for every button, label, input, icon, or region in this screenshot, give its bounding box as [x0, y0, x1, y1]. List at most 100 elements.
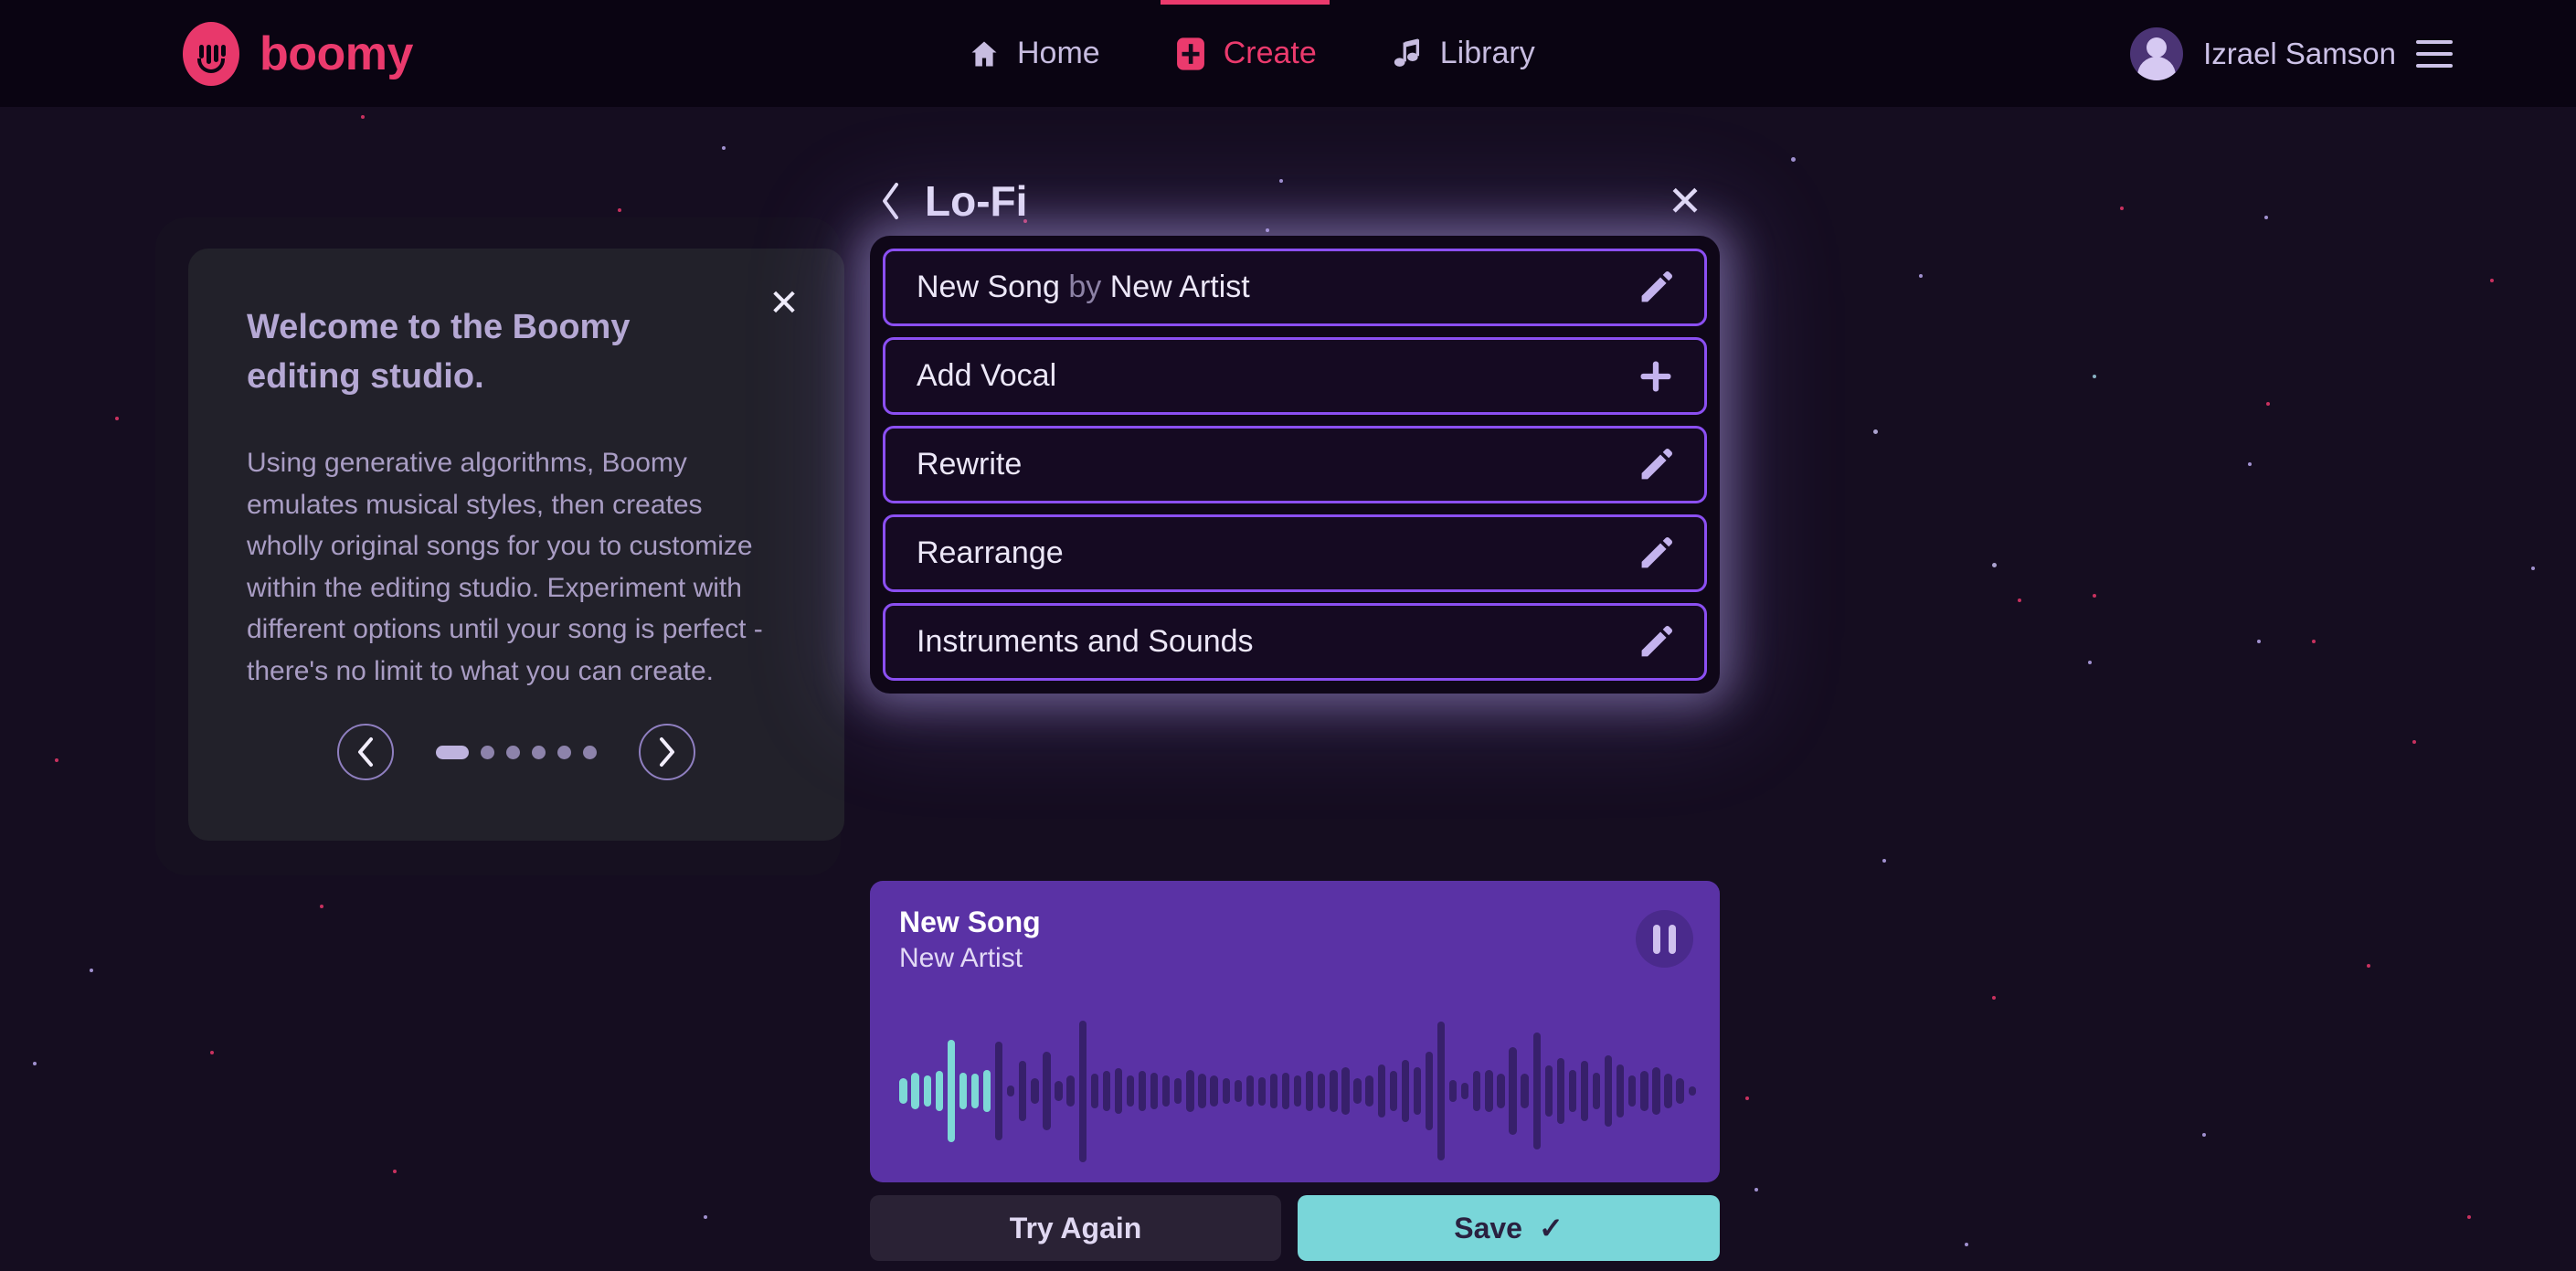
plus-icon[interactable] — [1635, 355, 1677, 397]
waveform-bar — [1473, 1071, 1481, 1111]
modal-close-icon[interactable]: ✕ — [1659, 175, 1711, 227]
welcome-carousel — [247, 724, 786, 780]
waveform-bar — [1448, 1079, 1458, 1103]
boomy-logo[interactable]: boomy — [183, 21, 413, 86]
edit-options-panel: New Song by New Artist Add Vocal Rewrite Re… — [870, 236, 1720, 694]
waveform-bar — [935, 1070, 943, 1112]
star-dot — [2312, 640, 2316, 643]
hamburger-icon[interactable] — [2416, 39, 2453, 68]
waveform-bar — [1592, 1072, 1601, 1110]
option-row-label: Rearrange — [917, 535, 1064, 570]
waveform-bar — [982, 1069, 991, 1113]
carousel-dot[interactable] — [532, 745, 546, 759]
waveform-bar — [1150, 1072, 1159, 1110]
waveform-bar — [1055, 1081, 1063, 1101]
waveform-bar — [911, 1072, 919, 1110]
carousel-dot[interactable] — [481, 745, 494, 759]
star-dot — [2531, 567, 2535, 570]
waveform-bar — [1353, 1078, 1362, 1104]
music-note-icon — [1390, 37, 1425, 71]
waveform-bar — [1556, 1058, 1564, 1124]
star-dot — [2266, 402, 2270, 406]
carousel-page-dots[interactable] — [436, 745, 597, 759]
star-dot — [2018, 598, 2021, 602]
star-dot — [1754, 1188, 1758, 1192]
close-icon[interactable]: ✕ — [762, 281, 806, 325]
pause-icon[interactable] — [1636, 910, 1693, 968]
star-dot — [1791, 157, 1796, 162]
star-dot — [1919, 274, 1923, 278]
nav-item-home[interactable]: Home — [930, 0, 1137, 107]
waveform-bar — [1365, 1075, 1373, 1107]
waveform-bar — [1413, 1066, 1422, 1116]
nav-item-library[interactable]: Library — [1353, 0, 1572, 107]
option-row[interactable]: Rearrange — [883, 514, 1707, 592]
user-name-label: Izrael Samson — [2203, 36, 2396, 70]
waveform-bar — [1521, 1074, 1529, 1108]
save-button[interactable]: Save ✓ — [1298, 1195, 1720, 1261]
pencil-icon[interactable] — [1635, 444, 1677, 486]
carousel-prev-button[interactable] — [337, 724, 394, 780]
waveform-bar — [1688, 1086, 1696, 1096]
try-again-button[interactable]: Try Again — [870, 1195, 1281, 1261]
star-dot — [2088, 661, 2092, 664]
app-stage: boomy Home Create Library Izrael Samson … — [0, 0, 2576, 1271]
star-dot — [2412, 740, 2416, 744]
option-row[interactable]: Add Vocal — [883, 337, 1707, 415]
nav-label-home: Home — [1017, 36, 1100, 70]
waveform-bar — [1222, 1078, 1230, 1104]
waveform-bar — [1198, 1074, 1206, 1108]
star-dot — [2202, 1133, 2206, 1137]
waveform-bar — [1497, 1074, 1505, 1108]
waveform-scrubber[interactable] — [897, 1018, 1698, 1164]
carousel-dot[interactable] — [506, 745, 520, 759]
pencil-icon[interactable] — [1635, 533, 1677, 575]
waveform-bar — [1436, 1022, 1446, 1160]
user-menu[interactable]: Izrael Samson — [2130, 0, 2453, 107]
home-icon — [967, 37, 1002, 71]
waveform-bar — [1330, 1069, 1338, 1113]
star-dot — [1873, 429, 1878, 434]
welcome-card: ✕ Welcome to the Boomy editing studio. U… — [188, 249, 844, 841]
waveform-bar — [1401, 1059, 1409, 1123]
option-row-label: New Song by New Artist — [917, 270, 1250, 304]
option-row[interactable]: Rewrite — [883, 426, 1707, 503]
option-row-label: Add Vocal — [917, 358, 1057, 393]
carousel-dot[interactable] — [557, 745, 571, 759]
carousel-next-button[interactable] — [639, 724, 695, 780]
waveform-bar — [1568, 1069, 1577, 1113]
waveform-bar — [1580, 1061, 1589, 1121]
star-dot — [618, 208, 621, 212]
waveform-bar — [1269, 1074, 1278, 1108]
waveform-bar — [1389, 1071, 1397, 1111]
star-dot — [320, 905, 323, 908]
try-again-label: Try Again — [1009, 1211, 1142, 1245]
waveform-bar — [1090, 1074, 1098, 1108]
main-nav: Home Create Library — [930, 0, 1572, 107]
welcome-body-text: Using generative algorithms, Boomy emula… — [247, 447, 763, 686]
pencil-icon[interactable] — [1635, 267, 1677, 309]
pencil-icon[interactable] — [1635, 621, 1677, 663]
action-bar: Try Again Save ✓ — [870, 1195, 1720, 1261]
carousel-dot[interactable] — [436, 745, 469, 759]
waveform-bar — [1257, 1076, 1267, 1106]
waveform-bar — [1031, 1078, 1039, 1104]
check-icon: ✓ — [1538, 1212, 1564, 1245]
brand-wordmark: boomy — [260, 26, 413, 80]
player-artist-name: New Artist — [899, 943, 1023, 973]
waveform-bar — [1544, 1065, 1553, 1117]
waveform-bar — [1617, 1064, 1625, 1118]
star-dot — [704, 1215, 707, 1219]
waveform-bar — [1628, 1075, 1637, 1107]
option-row[interactable]: New Song by New Artist — [883, 249, 1707, 326]
waveform-bar — [1126, 1075, 1135, 1107]
waveform-bar — [1509, 1046, 1517, 1136]
option-row[interactable]: Instruments and Sounds — [883, 603, 1707, 681]
chevron-left-icon[interactable] — [870, 181, 910, 221]
carousel-dot[interactable] — [583, 745, 597, 759]
waveform-bar — [1485, 1069, 1493, 1113]
waveform-bar — [1306, 1071, 1314, 1111]
waveform-bar — [1186, 1069, 1194, 1113]
nav-item-create[interactable]: Create — [1137, 0, 1353, 107]
waveform-bar — [1640, 1071, 1648, 1111]
